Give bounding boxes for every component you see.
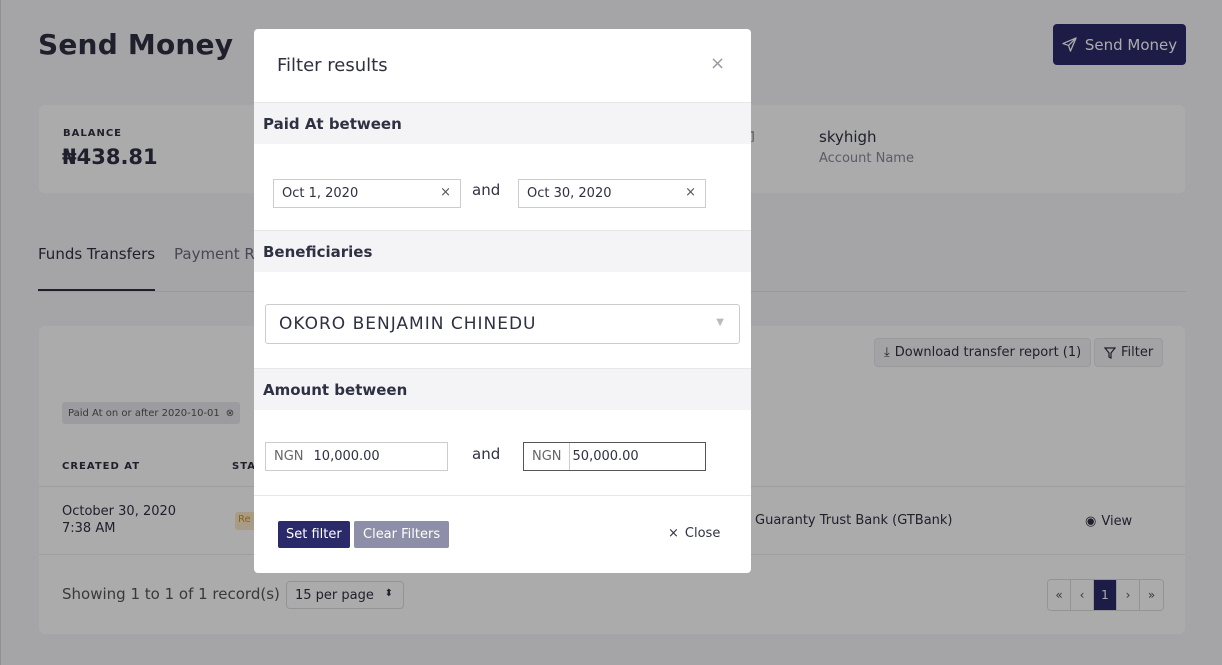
clear-date-from-icon[interactable]: × [440, 185, 451, 200]
modal-footer: Set filter Clear Filters × Close [254, 495, 751, 573]
modal-title: Filter results [277, 55, 388, 76]
beneficiary-select[interactable]: OKORO BENJAMIN CHINEDU ▼ [265, 304, 740, 344]
beneficiaries-heading: Beneficiaries [254, 230, 751, 272]
paid-at-heading: Paid At between [254, 102, 751, 144]
date-to-input[interactable]: Oct 30, 2020 × [518, 179, 706, 208]
and-label: and [472, 181, 501, 199]
currency-prefix: NGN [532, 449, 562, 464]
amount-to-value: 50,000.00 [568, 443, 705, 470]
amount-to-input[interactable]: NGN 50,000.00 [523, 442, 706, 471]
set-filter-button[interactable]: Set filter [278, 521, 350, 548]
amount-from-value: 10,000.00 [313, 449, 380, 464]
chevron-down-icon: ▼ [716, 317, 725, 328]
close-button-label: Close [684, 526, 721, 541]
currency-prefix: NGN [274, 449, 304, 464]
close-button[interactable]: × Close [668, 526, 720, 541]
amount-from-input[interactable]: NGN 10,000.00 [265, 442, 448, 471]
date-from-value: Oct 1, 2020 [282, 186, 359, 201]
close-icon[interactable]: × [710, 53, 725, 74]
close-icon: × [668, 526, 679, 541]
clear-date-to-icon[interactable]: × [685, 185, 696, 200]
amount-heading: Amount between [254, 368, 751, 410]
filter-modal: Filter results × Paid At between Oct 1, … [254, 29, 751, 573]
clear-filters-button[interactable]: Clear Filters [354, 521, 450, 548]
and-label: and [472, 445, 501, 463]
beneficiary-selected-value: OKORO BENJAMIN CHINEDU [279, 314, 537, 334]
date-to-value: Oct 30, 2020 [527, 186, 612, 201]
date-from-input[interactable]: Oct 1, 2020 × [273, 179, 461, 208]
